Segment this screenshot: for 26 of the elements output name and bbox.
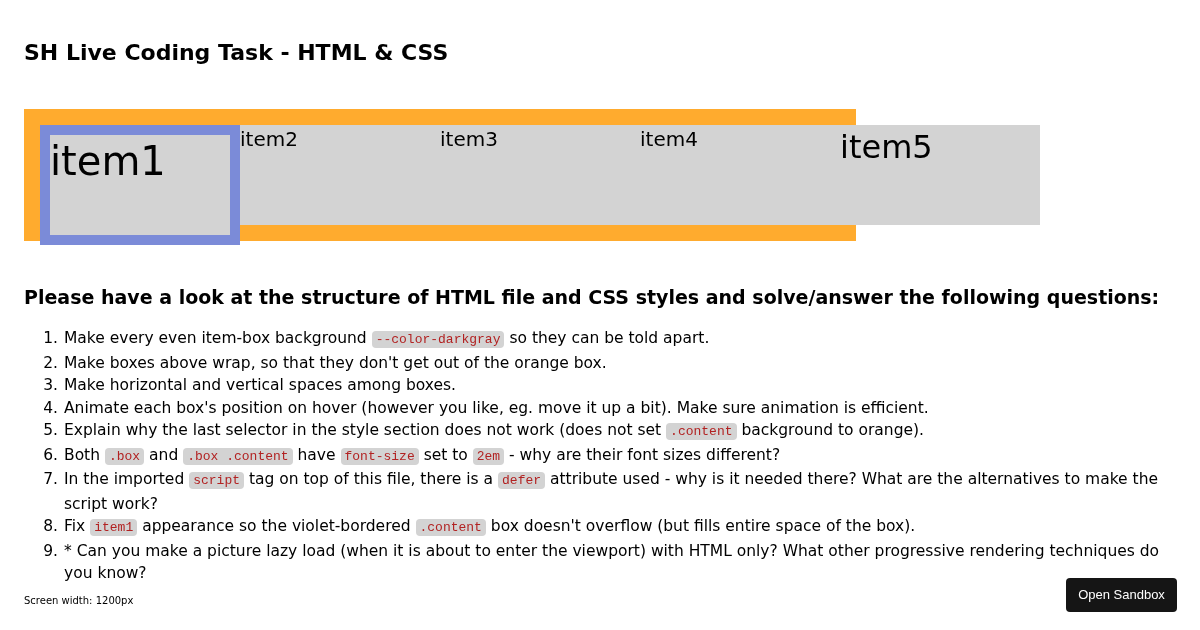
question-number: 7. bbox=[42, 469, 59, 490]
questions-heading: Please have a look at the structure of HTML file and CSS styles and solve/answer the following questions: bbox=[24, 285, 1161, 310]
item-label: item5 bbox=[840, 127, 934, 168]
question-text: Make boxes above wrap, so that they don't get out of the orange box. bbox=[64, 352, 607, 374]
question-number: 1. bbox=[42, 328, 59, 349]
question-text: Explain why the last selector in the style section does not work (does not set .content background to orange). bbox=[64, 420, 925, 442]
question-number: 2. bbox=[42, 352, 59, 374]
item-label: item1 bbox=[50, 137, 167, 186]
question-number: 6. bbox=[42, 444, 59, 466]
question-number: 4. bbox=[42, 397, 59, 419]
question-number: 3. bbox=[42, 375, 59, 396]
open-sandbox-button[interactable]: Open Sandbox bbox=[1066, 578, 1177, 612]
question-text: Make every even item-box background --color-darkgray so they can be told apart. bbox=[64, 328, 710, 350]
question-number: 5. bbox=[42, 420, 59, 441]
item-label: item2 bbox=[240, 126, 299, 153]
question-number: 8. bbox=[42, 516, 59, 537]
question-text: Both .box and .box .content have font-size set to 2em - why are their font sizes different? bbox=[64, 444, 781, 467]
item-label: item4 bbox=[640, 126, 699, 153]
screen-width-note: Screen width: 1200px bbox=[24, 594, 134, 608]
question-text: In the imported script tag on top of this file, there is a defer attribute used - why is it needed there? What are the alternatives to make the script work? bbox=[64, 469, 1159, 515]
question-text: Make horizontal and vertical spaces among boxes. bbox=[64, 375, 457, 396]
question-text: Fix item1 appearance so the violet-bordered .content box doesn't overflow (but fills entire space of the box). bbox=[64, 516, 916, 538]
question-text: Animate each box's position on hover (however you like, eg. move it up a bit). Make sure animation is efficient. bbox=[64, 397, 929, 419]
item-label: item3 bbox=[440, 126, 499, 153]
question-number: 9. bbox=[42, 540, 59, 562]
page-title: SH Live Coding Task - HTML & CSS bbox=[24, 39, 450, 67]
